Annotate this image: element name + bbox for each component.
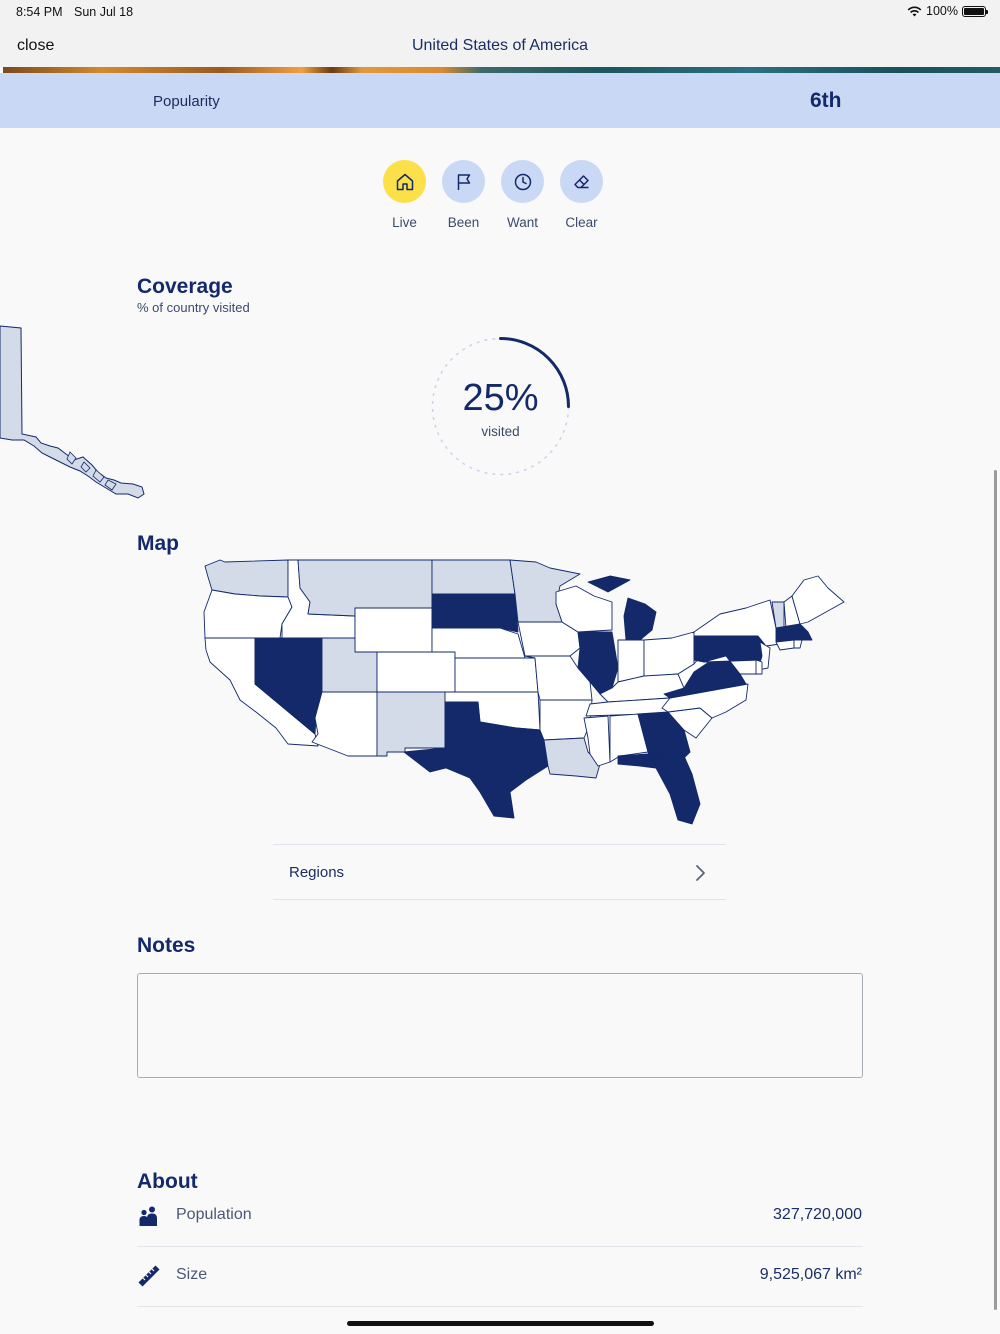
people-icon [139, 1206, 157, 1226]
size-label: Size [176, 1266, 208, 1283]
state-new-mexico [376, 691, 446, 757]
popularity-bar: Popularity 6th [0, 73, 1000, 128]
size-value: 9,525,067 km² [759, 1266, 862, 1283]
state-north-dakota [431, 559, 516, 595]
status-time: 8:54 PM [16, 5, 63, 19]
state-connecticut [775, 639, 795, 651]
regions-label: Regions [289, 864, 345, 881]
status-date: Sun Jul 18 [74, 5, 134, 19]
us-states-map[interactable] [200, 552, 850, 832]
population-value: 327,720,000 [773, 1206, 862, 1223]
page-title: United States of America [411, 37, 589, 54]
clear-label: Clear [565, 215, 598, 230]
notes-textarea[interactable] [137, 973, 863, 1078]
state-delaware [755, 659, 763, 675]
popularity-label: Popularity [153, 93, 220, 110]
about-divider [137, 1306, 863, 1307]
state-south-dakota [431, 593, 519, 633]
status-bar: 8:54 PM Sun Jul 18 100% [0, 0, 1000, 24]
state-indiana [617, 639, 645, 683]
population-label: Population [176, 1206, 252, 1223]
popularity-value: 6th [810, 89, 842, 112]
state-colorado [376, 651, 456, 693]
state-oregon [203, 589, 293, 639]
been-button[interactable]: Been [442, 160, 485, 230]
home-indicator[interactable] [347, 1321, 654, 1326]
want-label: Want [506, 215, 538, 230]
notes-title: Notes [137, 934, 196, 957]
state-wyoming [354, 607, 433, 653]
coverage-label: visited [481, 424, 520, 439]
ruler-icon [138, 1265, 160, 1287]
size-row: Size 9,525,067 km² [137, 1246, 863, 1306]
live-button[interactable]: Live [383, 160, 426, 230]
map-title: Map [137, 532, 179, 555]
home-icon [383, 160, 426, 203]
coverage-title: Coverage [137, 275, 233, 298]
chevron-right-icon [696, 865, 705, 881]
coverage-value: 25% [462, 377, 539, 419]
state-arizona [311, 691, 378, 757]
state-kansas [454, 657, 539, 693]
scrollbar[interactable] [994, 470, 997, 1310]
status-right: 100% [907, 4, 988, 18]
clock-icon [501, 160, 544, 203]
nav-bar: United States of America close [0, 24, 1000, 67]
eraser-icon [560, 160, 603, 203]
been-label: Been [447, 215, 480, 230]
regions-row[interactable]: Regions [273, 844, 726, 900]
state-maine [791, 575, 845, 625]
want-button[interactable]: Want [501, 160, 544, 230]
state-massachusetts [775, 623, 813, 643]
state-florida [617, 753, 701, 825]
state-pennsylvania [693, 635, 767, 663]
flag-icon [442, 160, 485, 203]
coverage-subtitle: % of country visited [137, 300, 250, 315]
live-label: Live [392, 215, 417, 230]
close-button[interactable]: close [17, 37, 54, 55]
wifi-icon [907, 6, 922, 16]
visit-status-buttons: Live Been Want Clear [383, 160, 603, 230]
population-row: Population 327,720,000 [137, 1186, 863, 1246]
state-rhode-island [793, 639, 803, 649]
clear-button[interactable]: Clear [560, 160, 603, 230]
battery-icon [962, 5, 988, 17]
battery-percent: 100% [926, 4, 958, 18]
alaska-map [0, 325, 145, 499]
